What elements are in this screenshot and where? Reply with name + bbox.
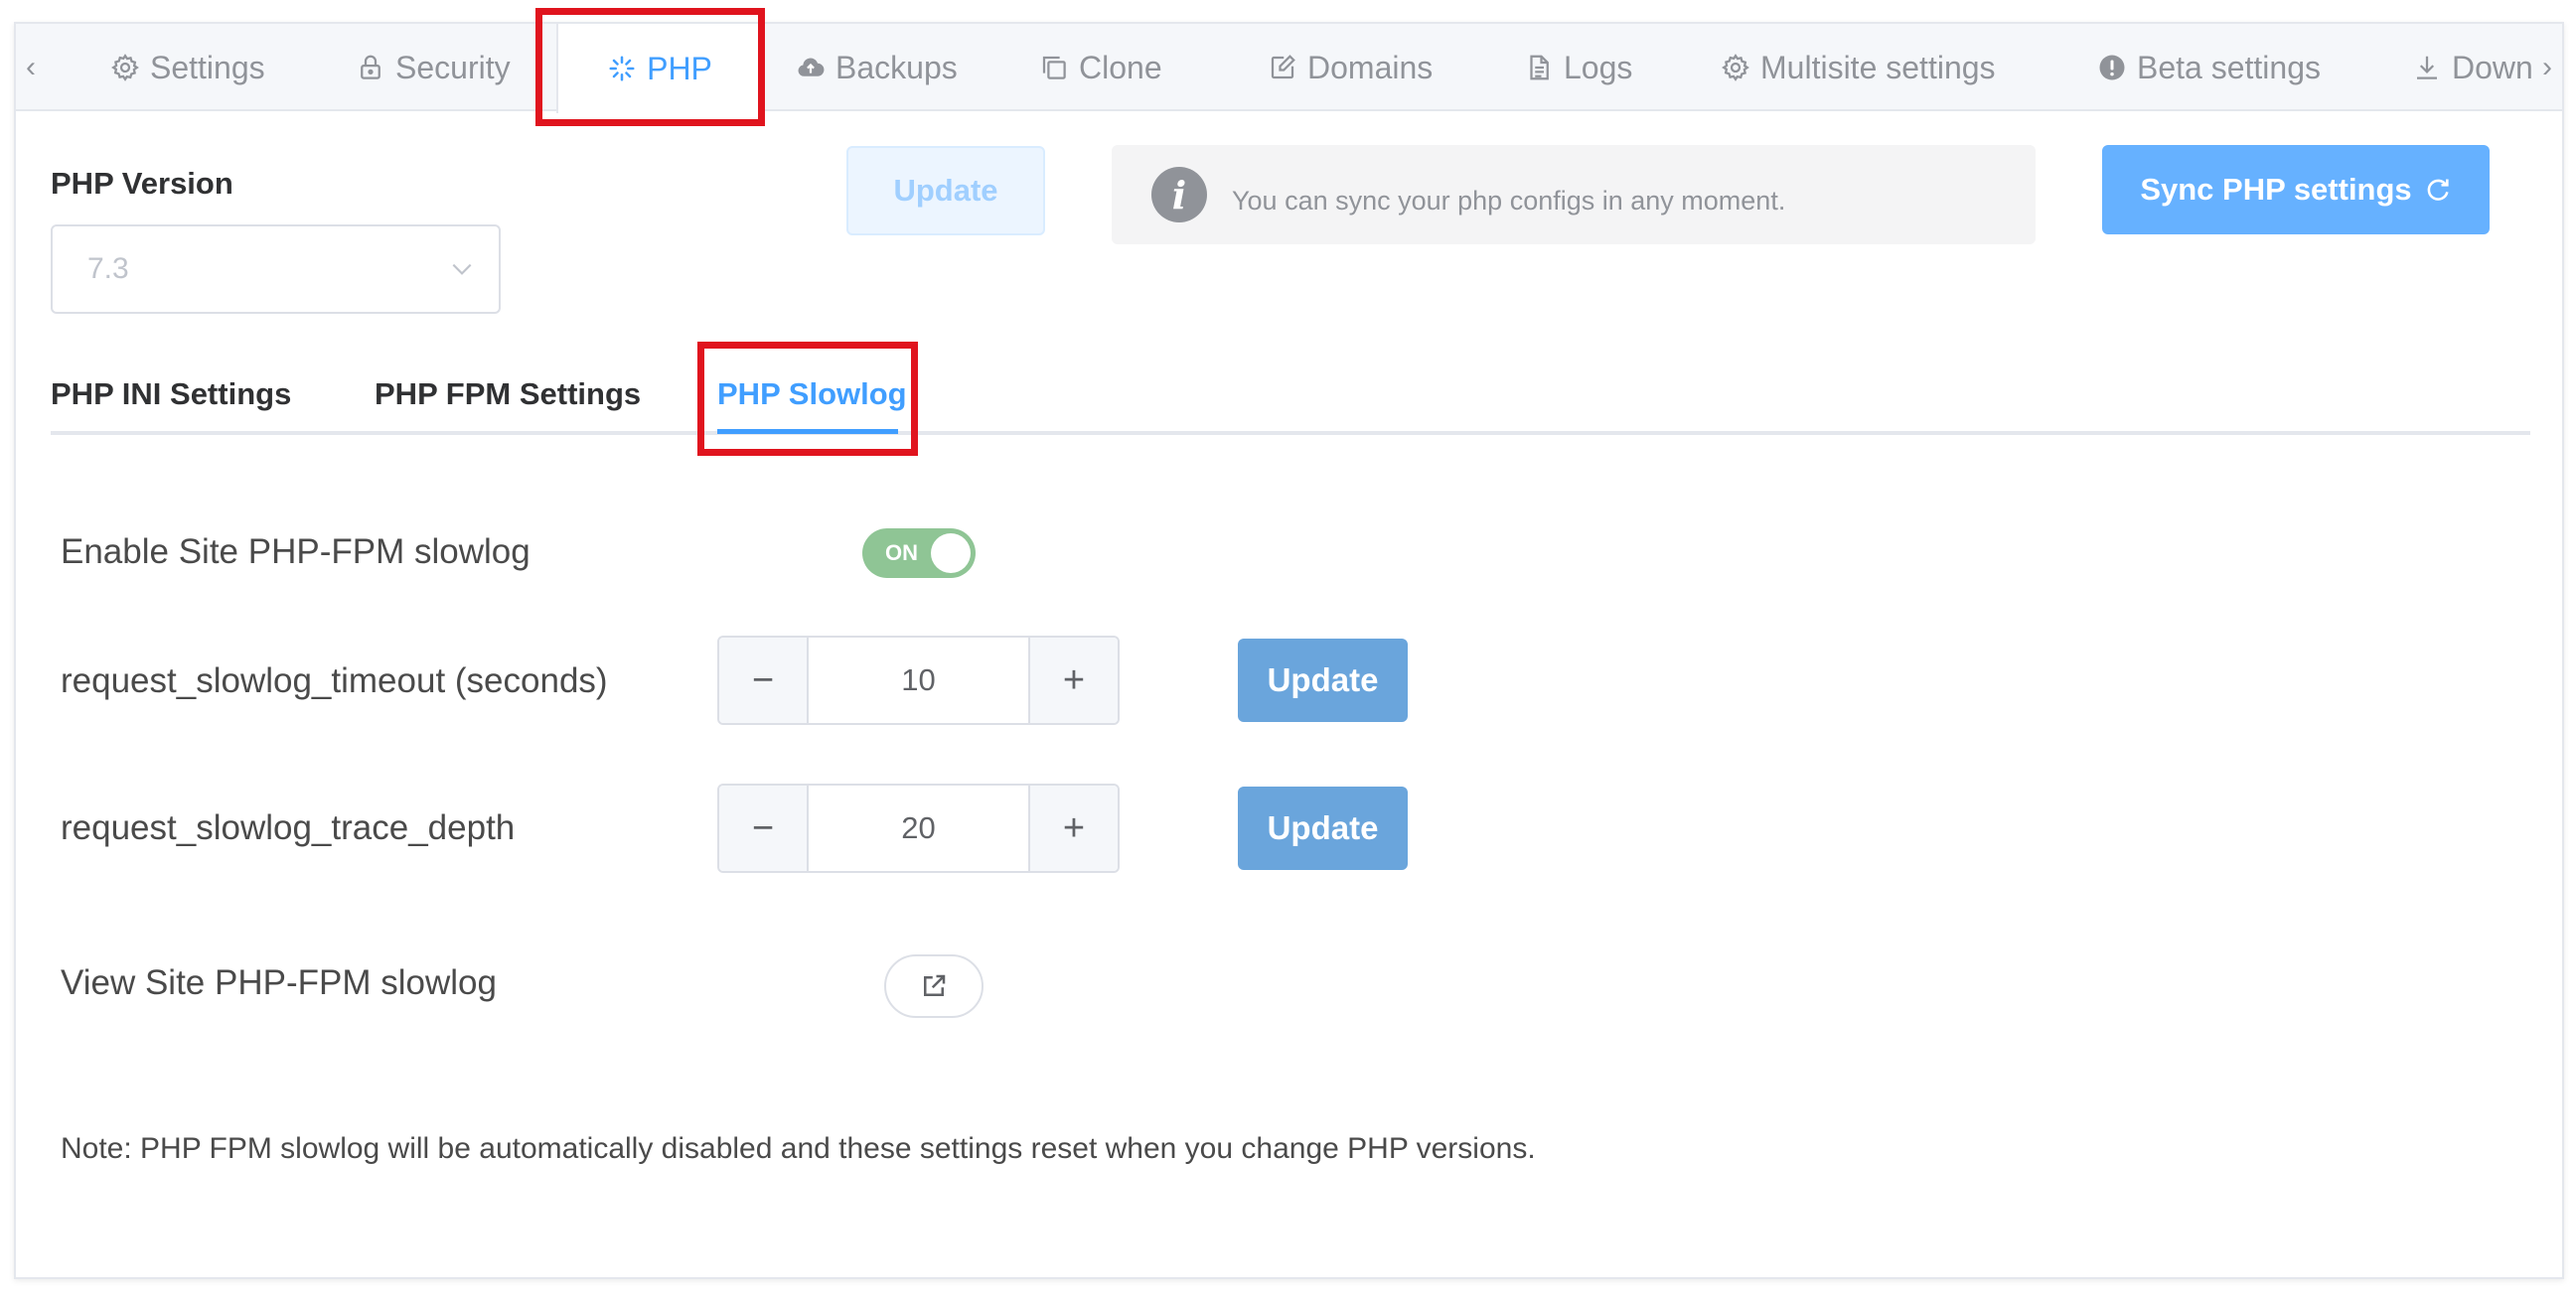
tab-label: Backups: [835, 49, 958, 85]
subtab-php-slowlog[interactable]: PHP Slowlog: [717, 376, 907, 412]
gear-icon: [111, 54, 139, 81]
top-tab-bar: ‹ Settings Security PHP Backups Clone Do…: [16, 24, 2562, 113]
slowlog-note: Note: PHP FPM slowlog will be automatica…: [61, 1132, 1536, 1165]
tab-label: Domains: [1307, 49, 1434, 85]
spinner-icon: [609, 56, 635, 81]
tab-label: Settings: [150, 49, 265, 85]
scroll-right-icon[interactable]: ›: [2532, 24, 2562, 111]
tab-domains[interactable]: Domains: [1268, 24, 1433, 111]
toggle-knob: [931, 533, 971, 573]
site-settings-panel: ‹ Settings Security PHP Backups Clone Do…: [14, 22, 2564, 1279]
slowlog-timeout-label: request_slowlog_timeout (seconds): [61, 661, 608, 700]
external-link-icon: [924, 974, 946, 996]
document-icon: [1530, 55, 1549, 80]
subtabs-divider: [51, 431, 2530, 435]
gear-icon: [1722, 54, 1749, 81]
tab-label: Beta settings: [2137, 49, 2321, 85]
subtab-php-ini-settings[interactable]: PHP INI Settings: [51, 376, 291, 412]
tab-label: Down: [2452, 49, 2533, 85]
tab-backups[interactable]: Backups: [796, 24, 958, 111]
slowlog-timeout-stepper[interactable]: − 10 +: [717, 636, 1120, 725]
decrement-button[interactable]: −: [719, 786, 809, 871]
enable-slowlog-label: Enable Site PHP-FPM slowlog: [61, 532, 530, 571]
tab-label: PHP: [647, 50, 712, 86]
edit-icon: [1271, 55, 1295, 79]
warning-circle-icon: [2099, 55, 2125, 80]
enable-slowlog-toggle[interactable]: ON: [862, 528, 976, 578]
view-slowlog-label: View Site PHP-FPM slowlog: [61, 963, 497, 1002]
cloud-upload-icon: [798, 58, 825, 76]
active-subtab-indicator: [717, 429, 898, 434]
tab-logs[interactable]: Logs: [1524, 24, 1632, 111]
view-slowlog-button[interactable]: [884, 954, 984, 1018]
refresh-icon: [2427, 179, 2449, 201]
slowlog-trace-depth-label: request_slowlog_trace_depth: [61, 808, 516, 847]
sync-button-label: Sync PHP settings: [2140, 172, 2412, 207]
tab-multisite-settings[interactable]: Multisite settings: [1721, 24, 1996, 111]
scroll-left-icon[interactable]: ‹: [16, 24, 46, 111]
tab-php[interactable]: PHP: [556, 24, 763, 113]
slowlog-timeout-update-button[interactable]: Update: [1238, 639, 1408, 722]
download-icon: [2417, 56, 2437, 79]
tab-beta-settings[interactable]: Beta settings: [2097, 24, 2321, 111]
increment-button[interactable]: +: [1028, 786, 1118, 871]
php-version-value: 7.3: [87, 252, 129, 285]
tab-clone[interactable]: Clone: [1039, 24, 1162, 111]
tab-security[interactable]: Security: [356, 24, 511, 111]
slowlog-trace-depth-update-button[interactable]: Update: [1238, 787, 1408, 870]
subtab-php-fpm-settings[interactable]: PHP FPM Settings: [375, 376, 641, 412]
info-icon: i: [1151, 167, 1207, 222]
tab-label: Multisite settings: [1760, 49, 1996, 85]
tab-downloads[interactable]: Down: [2412, 24, 2533, 111]
tab-label: Security: [395, 49, 511, 85]
slowlog-timeout-input[interactable]: 10: [809, 638, 1028, 723]
copy-icon: [1042, 56, 1066, 79]
php-version-update-button[interactable]: Update: [846, 146, 1045, 235]
sync-info-alert: i You can sync your php configs in any m…: [1112, 145, 2036, 244]
php-version-label: PHP Version: [51, 166, 233, 201]
slowlog-trace-depth-input[interactable]: 20: [809, 786, 1028, 871]
increment-button[interactable]: +: [1028, 638, 1118, 723]
slowlog-trace-depth-stepper[interactable]: − 20 +: [717, 784, 1120, 873]
lock-icon: [361, 55, 380, 79]
tab-label: Clone: [1079, 49, 1162, 85]
toggle-state-text: ON: [885, 540, 918, 565]
decrement-button[interactable]: −: [719, 638, 809, 723]
tab-label: Logs: [1564, 49, 1633, 85]
sync-php-settings-button[interactable]: Sync PHP settings: [2102, 145, 2490, 234]
sync-info-text: You can sync your php configs in any mom…: [1232, 185, 1786, 216]
tab-settings[interactable]: Settings: [110, 24, 265, 111]
chevron-down-icon: [452, 263, 472, 275]
php-version-select[interactable]: 7.3: [51, 224, 501, 314]
